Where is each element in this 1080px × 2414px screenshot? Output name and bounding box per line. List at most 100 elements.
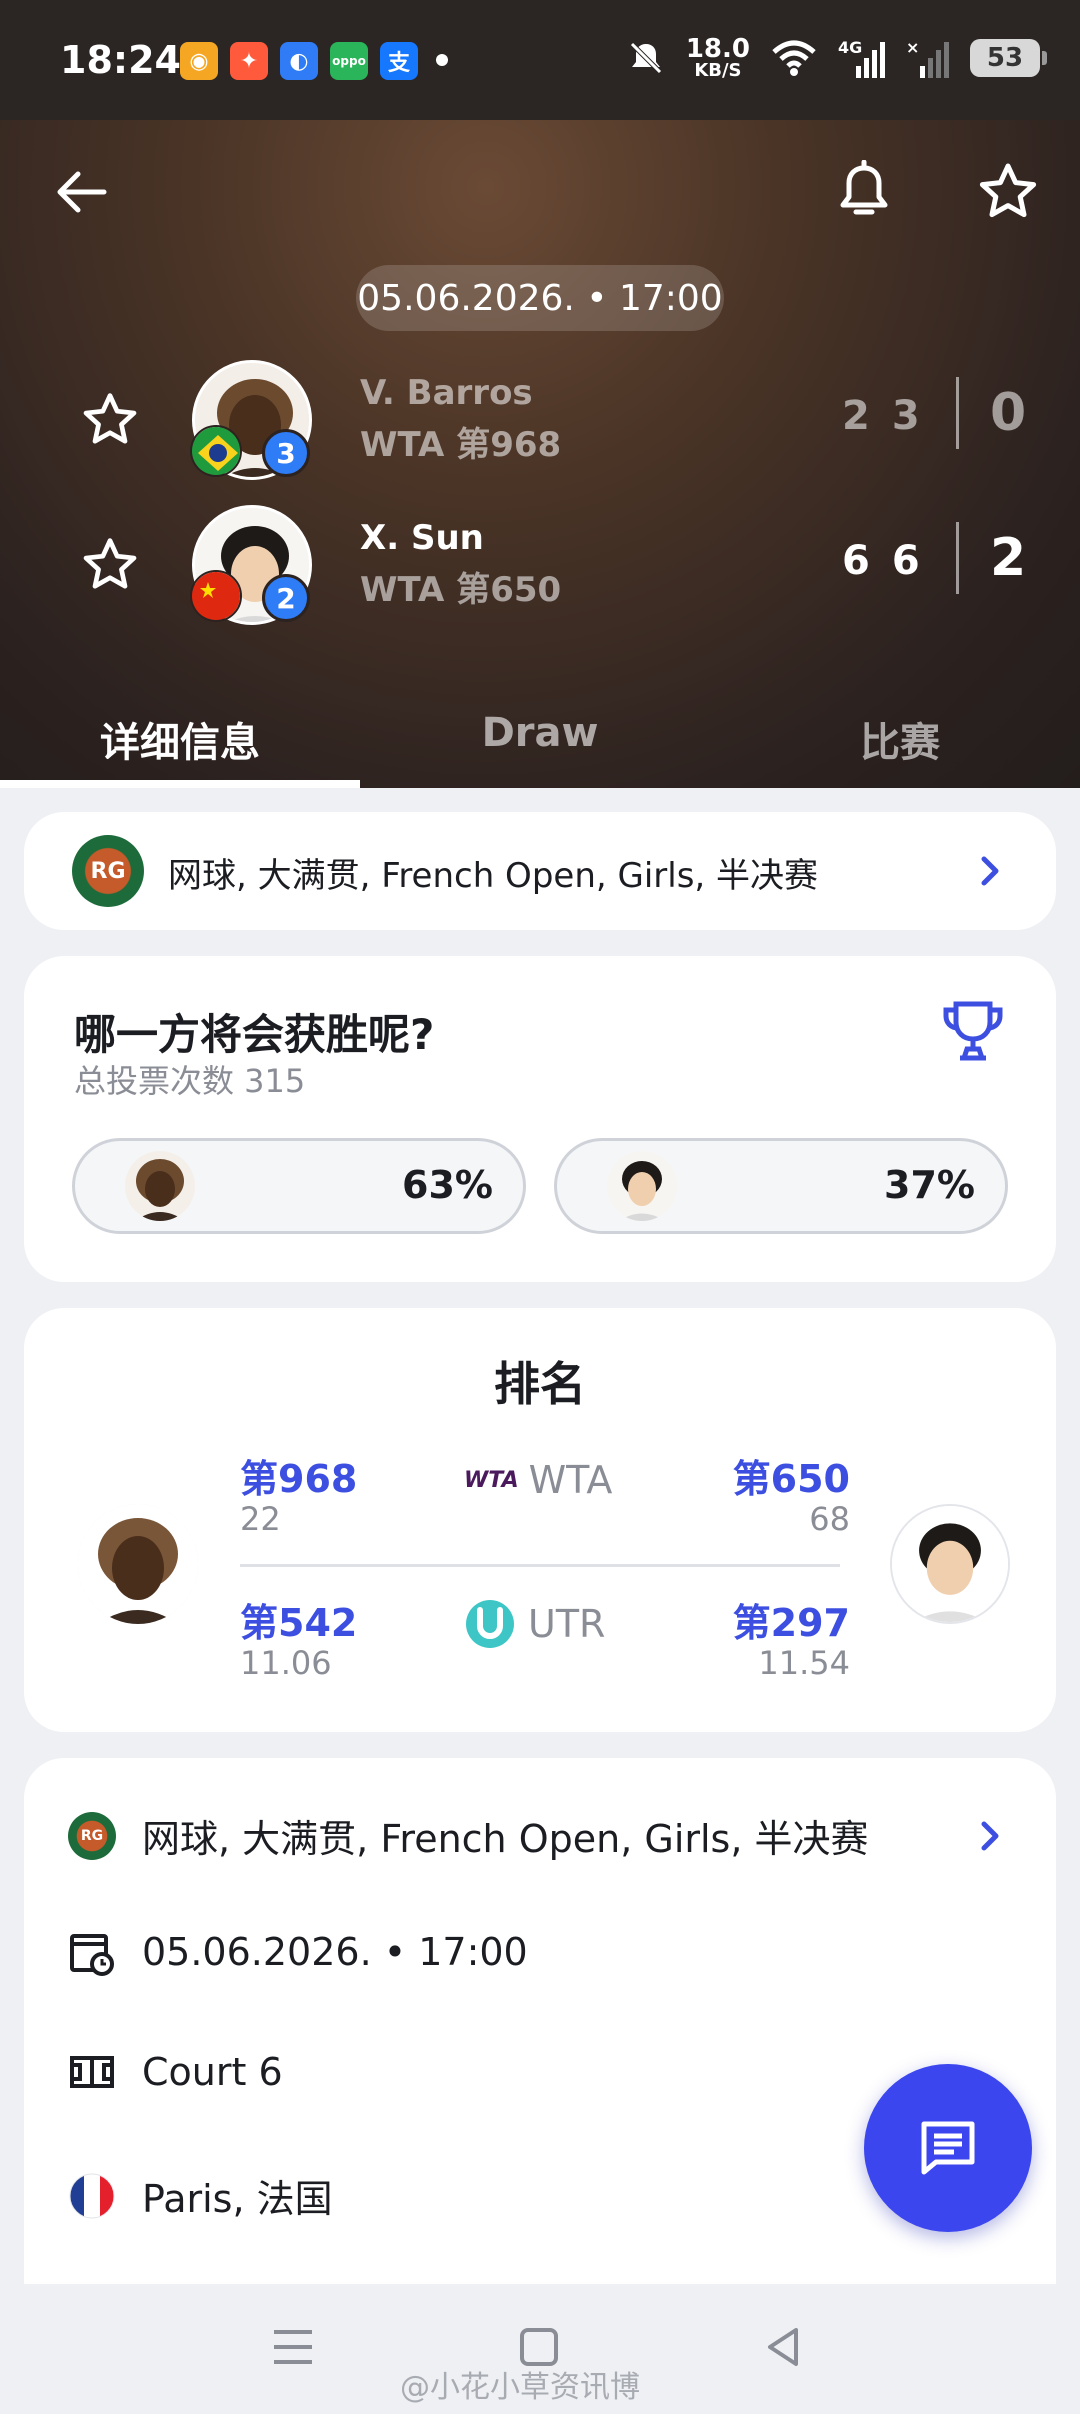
roland-garros-logo: RG [68, 1811, 116, 1860]
details-location-text: Paris, 法国 [142, 2177, 333, 2221]
match-date-pill: 05.06.2026. • 17:00 [356, 265, 724, 331]
utr-points-home: 11.06 [240, 1644, 332, 1682]
player-avatar-away [890, 1504, 1010, 1624]
vote-home-button[interactable]: 63% [72, 1138, 526, 1234]
details-court-text: Court 6 [142, 2050, 283, 2094]
score-divider [956, 522, 959, 594]
player-avatar-home [78, 1504, 198, 1624]
player-row-home[interactable]: 3 V. Barros WTA 第968 2 3 0 [0, 355, 1080, 485]
weibo-app-icon: ◉ [180, 42, 218, 80]
menu-nav-icon[interactable] [270, 2326, 316, 2368]
roland-garros-logo: RG [72, 835, 144, 907]
details-location-row: Paris, 法国 [68, 2168, 333, 2223]
utr-points-away: 11.54 [758, 1644, 850, 1682]
chat-fab-button[interactable] [864, 2064, 1032, 2232]
oppo-app-icon: oppo [330, 42, 368, 80]
signal-4g-icon: 4G [838, 38, 886, 78]
wta-points-home: 22 [240, 1500, 281, 1538]
utr-rank-away: 第297 [732, 1601, 850, 1645]
calendar-clock-icon [70, 1934, 114, 1976]
set-score: 6 [842, 538, 870, 584]
chat-icon [921, 2121, 975, 2175]
wta-label: WTA WTA [464, 1458, 612, 1502]
seed-badge: 3 [262, 429, 310, 477]
wta-text: WTA [528, 1458, 613, 1502]
favorite-player-button[interactable] [70, 380, 150, 460]
network-speed: 18.0 KB/S [686, 36, 750, 80]
wta-rank-home: 第968 [240, 1457, 358, 1501]
favorite-player-button[interactable] [70, 525, 150, 605]
vote-percent: 37% [884, 1163, 975, 1207]
chevron-right-icon [981, 856, 999, 886]
player-name: V. Barros [360, 373, 533, 413]
ranking-title: 排名 [494, 1357, 586, 1411]
notification-bell-button[interactable] [824, 152, 904, 232]
tournament-label: 网球, 大满贯, French Open, Girls, 半决赛 [168, 856, 819, 896]
browser-app-icon: ◐ [280, 42, 318, 80]
court-icon [70, 2056, 114, 2088]
star-outline-icon [83, 538, 137, 589]
status-bar: 18:24 ◉ ✦ ◐ oppo 支 18.0 KB/S 4G × 53 [0, 0, 1080, 120]
france-flag-icon [69, 2173, 115, 2218]
tab-bar: 详细信息 Draw 比赛 [0, 668, 1080, 788]
brazil-flag-icon [190, 425, 242, 477]
china-flag-icon [190, 570, 242, 622]
trophy-icon [943, 1001, 1003, 1061]
set-scores: 2 3 [842, 393, 920, 439]
utr-text: UTR [528, 1602, 606, 1646]
network-type: 4G [838, 38, 863, 57]
details-date-text: 05.06.2026. • 17:00 [142, 1930, 528, 1974]
back-button[interactable] [42, 152, 122, 232]
arrow-left-icon [57, 171, 107, 213]
set-score: 3 [891, 393, 920, 439]
favorite-match-button[interactable] [968, 152, 1048, 232]
player-rank: WTA 第650 [360, 570, 562, 610]
details-tournament-row[interactable]: RG 网球, 大满贯, French Open, Girls, 半决赛 [68, 1808, 869, 1863]
chevron-right-icon [981, 1821, 999, 1851]
wta-points-away: 68 [809, 1500, 850, 1538]
notification-icons: ◉ ✦ ◐ oppo 支 [180, 42, 418, 80]
utr-rank-home: 第542 [240, 1601, 358, 1645]
seed-badge: 2 [262, 574, 310, 622]
details-tournament-text: 网球, 大满贯, French Open, Girls, 半决赛 [142, 1817, 869, 1861]
shopping-app-icon: ✦ [230, 42, 268, 80]
battery-indicator: 53 [970, 39, 1047, 77]
wta-rank-away: 第650 [732, 1457, 850, 1501]
tab-draw[interactable]: Draw [360, 668, 720, 788]
details-court-row: Court 6 [68, 2048, 283, 2096]
vote-card: 哪一方将会获胜呢? 总投票次数 315 63% 37% [24, 956, 1056, 1282]
tournament-link-card[interactable]: RG 网球, 大满贯, French Open, Girls, 半决赛 [24, 812, 1056, 930]
signal-sim2-icon: × [906, 38, 950, 78]
set-score: 6 [891, 538, 920, 584]
player-name: X. Sun [360, 518, 484, 558]
match-header: 05.06.2026. • 17:00 3 V. Barros WTA 第968… [0, 120, 1080, 788]
tab-details[interactable]: 详细信息 [0, 668, 360, 788]
utr-label: UTR [464, 1598, 605, 1650]
player-row-away[interactable]: 2 X. Sun WTA 第650 6 6 2 [0, 500, 1080, 630]
back-nav-icon[interactable] [762, 2324, 804, 2370]
wifi-icon [772, 40, 816, 76]
vote-count: 总投票次数 315 [74, 1062, 306, 1100]
mute-bell-icon [630, 42, 662, 74]
watermark: @小花小草资讯博 [400, 2370, 640, 2405]
sets-won: 2 [990, 528, 1027, 588]
player-avatar-home [125, 1151, 195, 1221]
more-notifications-dot [436, 54, 448, 66]
tab-matches[interactable]: 比赛 [720, 668, 1080, 788]
vote-away-button[interactable]: 37% [554, 1138, 1008, 1234]
alipay-app-icon: 支 [380, 42, 418, 80]
system-nav-bar: @小花小草资讯博 [0, 2284, 1080, 2414]
bell-icon [840, 160, 888, 215]
player-avatar-away [607, 1151, 677, 1221]
player-rank: WTA 第968 [360, 425, 562, 465]
vote-percent: 63% [402, 1163, 493, 1207]
set-score: 2 [842, 393, 870, 439]
details-date-row: 05.06.2026. • 17:00 [68, 1928, 528, 1976]
star-outline-icon [979, 163, 1037, 218]
speed-value: 18.0 [685, 34, 750, 64]
status-time: 18:24 [60, 38, 181, 82]
sets-won: 0 [990, 383, 1027, 443]
ranking-divider [240, 1564, 840, 1567]
utr-logo-icon [466, 1600, 514, 1648]
score-divider [956, 377, 959, 449]
